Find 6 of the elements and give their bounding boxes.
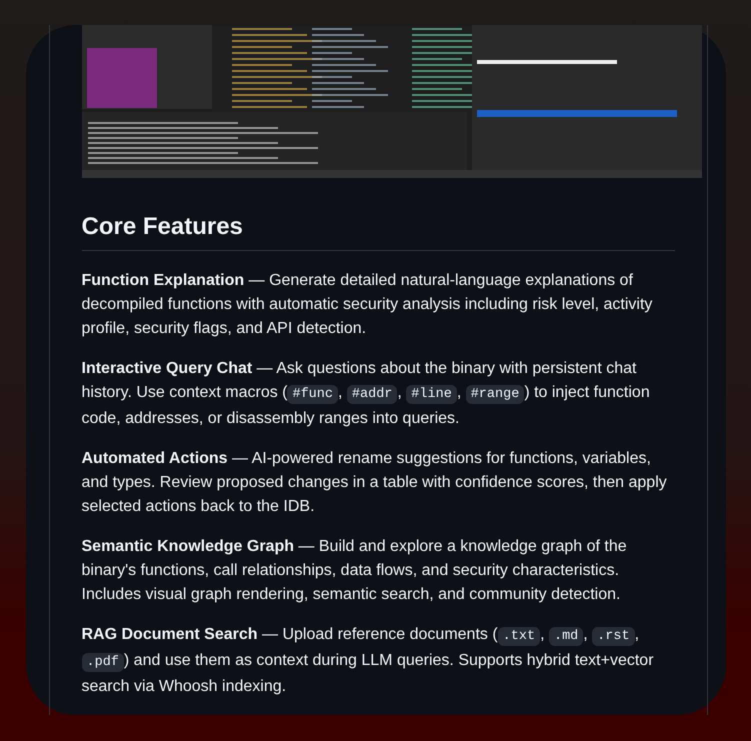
feature-paragraph: Automated Actions — AI-powered rename suggestions for functions, variables, and types. Review proposed changes in a table with confidence scores, then apply selected actions back to the IDB. (82, 449, 668, 517)
feature-paragraph: Interactive Query Chat — Ask questions about the binary with persistent chat history. Use context macros ( #func , #addr , #line , #range ) to inject function code, addresses, or disassembly ranges into queries. (82, 359, 651, 429)
feature-paragraph: Function Explanation — Generate detailed natural-language explanations of decompiled functions with automatic security analysis including risk level, activity profile, security flags, and API detection. (82, 271, 654, 339)
feature-paragraph: Semantic Knowledge Graph — Build and explore a knowledge graph of the binary's functions, call relationships, data flows, and security characteristics. Includes visual graph rendering, semantic search, and community detection. (82, 537, 628, 605)
section-heading: Core Features (82, 212, 674, 251)
feature-paragraph: RAG Document Search — Upload reference documents ( .txt , .md , .rst , .pdf ) and use them as context during LLM queries. Supports hybrid text+vector search via Whoosh indexing. (82, 625, 655, 697)
